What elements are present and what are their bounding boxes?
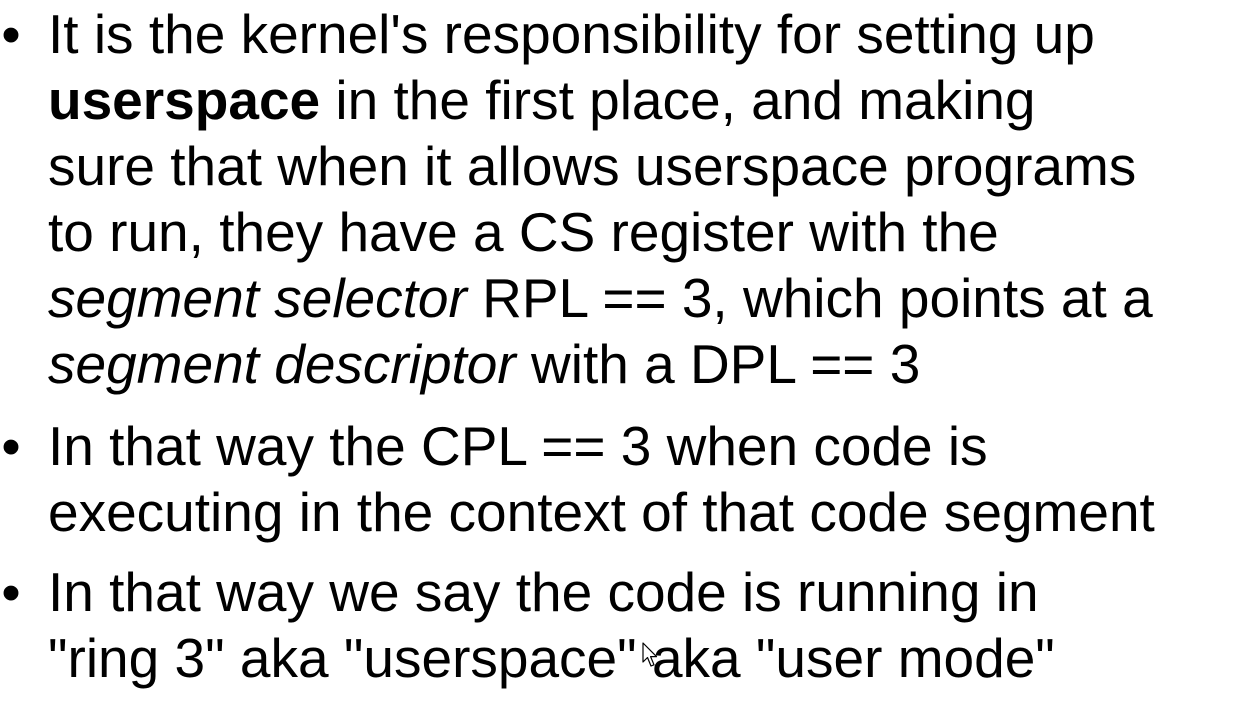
line-text: In that way the CPL == 3 when code is xyxy=(48,415,988,477)
bullet-glyph: • xyxy=(1,3,21,65)
bullet-line: It is the kernel's responsibility for se… xyxy=(48,1,1095,67)
bullet-line: "ring 3" aka "userspace" aka "user mode" xyxy=(48,625,1055,691)
italic-term: segment descriptor xyxy=(48,333,516,395)
line-text: in the first place, and making xyxy=(320,69,1036,131)
line-text: In that way we say the code is running i… xyxy=(48,561,1039,623)
bullet-line: segment descriptor with a DPL == 3 xyxy=(48,331,920,397)
bold-term: userspace xyxy=(48,69,321,131)
bullet-line: executing in the context of that code se… xyxy=(48,479,1155,545)
bullet-line: segment selector RPL == 3, which points … xyxy=(48,265,1153,331)
bullet-line: In that way we say the code is running i… xyxy=(48,559,1039,625)
slide: • It is the kernel's responsibility for … xyxy=(0,0,1248,708)
line-text: RPL == 3, which points at a xyxy=(466,267,1153,329)
bullet-line: sure that when it allows userspace progr… xyxy=(48,133,1136,199)
line-text: to run, they have a CS register with the xyxy=(48,201,999,263)
italic-term: segment selector xyxy=(48,267,467,329)
bullet-line: userspace in the first place, and making xyxy=(48,67,1036,133)
line-text: sure that when it allows userspace progr… xyxy=(48,135,1137,197)
bullet-glyph: • xyxy=(1,415,21,477)
line-text: executing in the context of that code se… xyxy=(48,481,1155,543)
line-text: "ring 3" aka "userspace" aka "user mode" xyxy=(48,627,1055,689)
line-text: with a DPL == 3 xyxy=(515,333,921,395)
bullet-glyph: • xyxy=(1,561,21,623)
line-text: It is the kernel's responsibility for se… xyxy=(48,3,1095,65)
mouse-pointer-icon xyxy=(642,642,658,667)
bullet-line: In that way the CPL == 3 when code is xyxy=(48,413,988,479)
bullet-line: to run, they have a CS register with the xyxy=(48,199,999,265)
